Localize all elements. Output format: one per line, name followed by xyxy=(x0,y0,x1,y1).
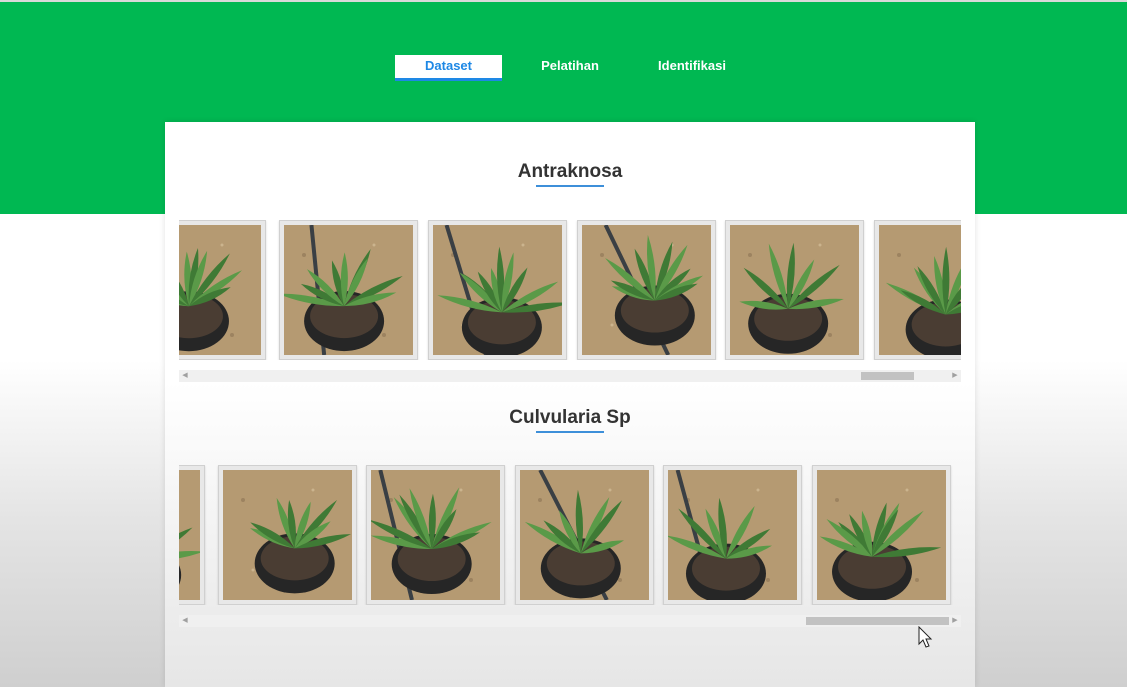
dataset-image-thumbnail[interactable] xyxy=(874,220,961,360)
title-underline xyxy=(536,185,604,187)
dataset-image-thumbnail[interactable] xyxy=(279,220,418,360)
dataset-image-thumbnail[interactable] xyxy=(577,220,716,360)
chevron-right-icon[interactable]: ▶ xyxy=(949,370,961,382)
dataset-image-thumbnail[interactable] xyxy=(725,220,864,360)
scroll-thumb[interactable] xyxy=(861,372,914,380)
gallery-scrollbar-antraknosa[interactable]: ◀ ▶ xyxy=(179,370,961,382)
dataset-image-thumbnail[interactable] xyxy=(366,465,505,605)
image-gallery-culvularia[interactable] xyxy=(179,465,961,605)
tab-dataset[interactable]: Dataset xyxy=(395,55,502,81)
dataset-card: Antraknosa ◀ ▶ Culvularia Sp ◀ ▶ xyxy=(165,122,975,687)
mouse-pointer-icon xyxy=(918,626,933,648)
chevron-right-icon[interactable]: ▶ xyxy=(949,615,961,627)
dataset-image-thumbnail[interactable] xyxy=(179,465,205,605)
scroll-thumb[interactable] xyxy=(806,617,949,625)
chevron-left-icon[interactable]: ◀ xyxy=(179,615,191,627)
main-nav: Dataset Pelatihan Identifikasi xyxy=(0,55,1127,81)
dataset-image-thumbnail[interactable] xyxy=(812,465,951,605)
dataset-image-thumbnail[interactable] xyxy=(663,465,802,605)
dataset-image-thumbnail[interactable] xyxy=(428,220,567,360)
gallery-scrollbar-culvularia[interactable]: ◀ ▶ xyxy=(179,615,961,627)
tab-identifikasi[interactable]: Identifikasi xyxy=(648,55,736,81)
section-title-antraknosa: Antraknosa xyxy=(517,161,623,182)
dataset-image-thumbnail[interactable] xyxy=(515,465,654,605)
tab-pelatihan[interactable]: Pelatihan xyxy=(528,55,612,81)
dataset-image-thumbnail[interactable] xyxy=(218,465,357,605)
section-title-culvularia: Culvularia Sp xyxy=(509,407,631,428)
title-underline xyxy=(536,431,604,433)
dataset-image-thumbnail[interactable] xyxy=(179,220,266,360)
chevron-left-icon[interactable]: ◀ xyxy=(179,370,191,382)
image-gallery-antraknosa[interactable] xyxy=(179,220,961,360)
